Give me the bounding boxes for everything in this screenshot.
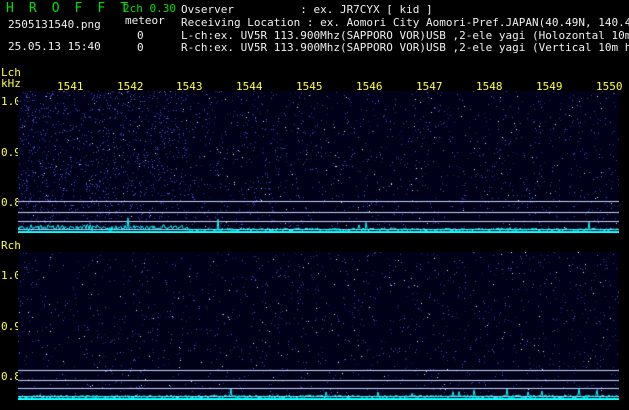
app-title: H R O F F T [6, 1, 132, 16]
version-label: 2ch 0.30 [123, 2, 176, 15]
lch-meteor-count: 0 [137, 29, 144, 42]
hroft-window: H R O F F T 2505131540.png 25.05.13 15:4… [0, 0, 629, 410]
lch-info: L-ch:ex. UV5R 113.900Mhz(SAPPORO VOR)USB… [181, 29, 629, 42]
rch-info: R-ch:ex. UV5R 113.900Mhz(SAPPORO VOR)USB… [181, 41, 629, 54]
rch-spectrogram [18, 252, 619, 400]
lch-spectrogram [18, 91, 619, 233]
rch-label: Rch [1, 239, 21, 252]
location-info: Receiving Location : ex. Aomori City Aom… [181, 16, 629, 29]
rch-meteor-count: 0 [137, 41, 144, 54]
khz-label: kHz [1, 77, 21, 90]
observer-info: Ovserver : ex. JR7CYX [ kid ] [181, 3, 433, 16]
meteor-label: meteor [125, 14, 165, 27]
date-time: 25.05.13 15:40 [8, 40, 101, 53]
file-name: 2505131540.png [8, 18, 101, 31]
